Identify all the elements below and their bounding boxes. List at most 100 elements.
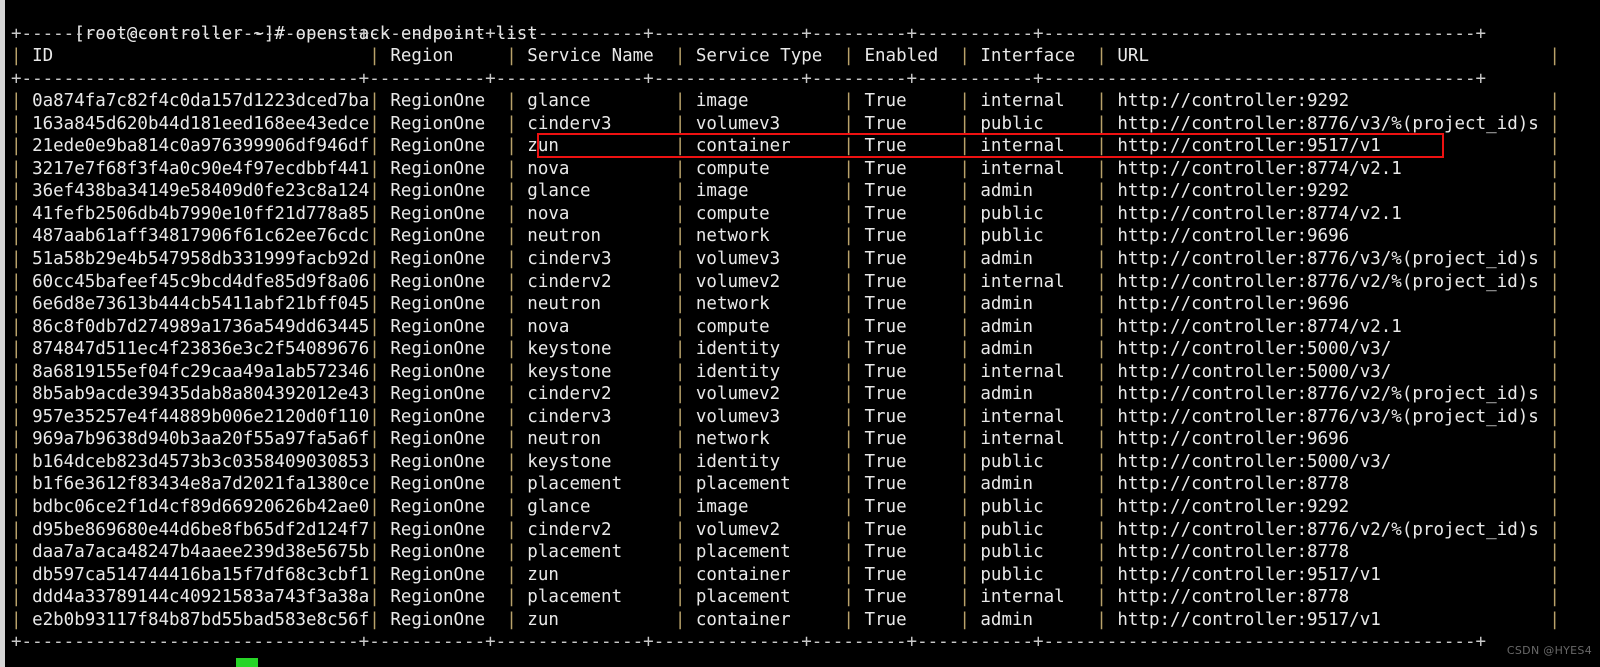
- table-column-separator: |: [1096, 181, 1118, 202]
- table-column-separator: |: [674, 271, 696, 292]
- table-column-separator: |: [674, 384, 696, 405]
- table-column-separator: |: [1096, 294, 1118, 315]
- table-cell: image: [695, 91, 844, 112]
- table-column-separator: |: [959, 587, 981, 608]
- table-column-separator: |: [1096, 519, 1118, 540]
- table-cell: http://controller:8776/v3/%(project_id)s: [1117, 249, 1550, 270]
- table-row: | 874847d511ec4f23836e3c2f54089676| Regi…: [5, 338, 1600, 361]
- table-row: | b1f6e3612f83434e8a7d2021fa1380ce| Regi…: [5, 473, 1600, 496]
- table-cell: public: [980, 519, 1097, 540]
- table-column-separator: |: [11, 181, 33, 202]
- table-cell: network: [695, 294, 844, 315]
- table-column-separator: |: [369, 497, 391, 518]
- table-cell: zun: [527, 609, 675, 630]
- table-column-separator: |: [843, 91, 865, 112]
- table-column-separator: |: [506, 564, 528, 585]
- table-header-row: | ID | Region | Service Name | Service T…: [5, 45, 1600, 68]
- table-cell: True: [864, 519, 960, 540]
- table-column-separator: |: [369, 91, 391, 112]
- table-cell: daa7a7aca48247b4aaee239d38e5675b: [32, 542, 370, 563]
- table-cell: placement: [695, 587, 844, 608]
- table-cell: public: [980, 113, 1097, 134]
- table-column-separator: |: [1549, 181, 1560, 202]
- table-column-separator: |: [1096, 451, 1118, 472]
- table-column-separator: |: [959, 519, 981, 540]
- table-cell: keystone: [527, 339, 675, 360]
- table-cell: RegionOne: [390, 339, 507, 360]
- table-cell: compute: [695, 158, 844, 179]
- table-column-separator: |: [506, 203, 528, 224]
- table-column-separator: |: [843, 497, 865, 518]
- table-column-separator: |: [1096, 542, 1118, 563]
- terminal-window[interactable]: [root@controller ~]# openstack endpoint …: [0, 0, 1600, 667]
- table-column-separator: |: [369, 339, 391, 360]
- table-column-separator: |: [11, 226, 33, 247]
- table-cell: True: [864, 339, 960, 360]
- table-column-separator: |: [11, 91, 33, 112]
- table-cell: container: [695, 564, 844, 585]
- table-column-separator: |: [369, 158, 391, 179]
- table-column-separator: |: [959, 271, 981, 292]
- table-column-separator: |: [1096, 429, 1118, 450]
- table-cell: compute: [695, 316, 844, 337]
- table-cell: public: [980, 497, 1097, 518]
- table-cell: RegionOne: [390, 519, 507, 540]
- terminal-left-gutter: [0, 0, 5, 667]
- table-cell: True: [864, 249, 960, 270]
- table-cell: admin: [980, 249, 1097, 270]
- table-column-separator: |: [1096, 46, 1118, 67]
- table-column-separator: |: [1549, 587, 1560, 608]
- table-cell: ID: [32, 46, 370, 67]
- table-cell: True: [864, 587, 960, 608]
- table-cell: zun: [527, 564, 675, 585]
- table-cell: 0a874fa7c82f4c0da157d1223dced7ba: [32, 91, 370, 112]
- table-column-separator: |: [1096, 271, 1118, 292]
- table-column-separator: |: [506, 361, 528, 382]
- table-column-separator: |: [11, 339, 33, 360]
- table-column-separator: |: [674, 158, 696, 179]
- table-column-separator: |: [369, 271, 391, 292]
- table-row: | 487aab61aff34817906f61c62ee76cdc| Regi…: [5, 225, 1600, 248]
- table-cell: Service Name: [527, 46, 675, 67]
- table-column-separator: |: [959, 542, 981, 563]
- table-column-separator: |: [843, 46, 865, 67]
- table-cell: RegionOne: [390, 497, 507, 518]
- table-row: | e2b0b93117f84b87bd55bad583e8c56f| Regi…: [5, 609, 1600, 632]
- table-column-separator: |: [506, 339, 528, 360]
- table-column-separator: |: [959, 406, 981, 427]
- table-column-separator: |: [11, 294, 33, 315]
- table-column-separator: |: [369, 316, 391, 337]
- table-cell: 957e35257e4f44889b006e2120d0f110: [32, 406, 370, 427]
- table-cell: http://controller:8776/v2/%(project_id)s: [1117, 384, 1550, 405]
- table-column-separator: |: [959, 91, 981, 112]
- table-column-separator: |: [674, 203, 696, 224]
- table-column-separator: |: [674, 542, 696, 563]
- table-column-separator: |: [1096, 158, 1118, 179]
- table-column-separator: |: [1096, 361, 1118, 382]
- table-column-separator: |: [369, 46, 391, 67]
- table-cell: True: [864, 203, 960, 224]
- table-column-separator: |: [674, 497, 696, 518]
- table-column-separator: |: [506, 587, 528, 608]
- table-cell: cinderv2: [527, 519, 675, 540]
- table-column-separator: |: [843, 384, 865, 405]
- table-column-separator: |: [959, 46, 981, 67]
- terminal-screen[interactable]: [root@controller ~]# openstack endpoint …: [5, 0, 1600, 667]
- table-column-separator: |: [843, 339, 865, 360]
- table-column-separator: |: [1549, 91, 1560, 112]
- table-column-separator: |: [11, 136, 33, 157]
- table-column-separator: |: [674, 361, 696, 382]
- table-column-separator: |: [843, 361, 865, 382]
- table-column-separator: |: [674, 316, 696, 337]
- table-column-separator: |: [959, 316, 981, 337]
- table-column-separator: |: [11, 474, 33, 495]
- table-column-separator: |: [1096, 474, 1118, 495]
- table-cell: http://controller:8774/v2.1: [1117, 203, 1550, 224]
- table-column-separator: |: [1549, 474, 1560, 495]
- table-cell: http://controller:9517/v1: [1117, 564, 1550, 585]
- table-cell: neutron: [527, 226, 675, 247]
- csdn-watermark: CSDN @HYES4: [1506, 644, 1592, 658]
- table-cell: public: [980, 451, 1097, 472]
- table-column-separator: |: [369, 542, 391, 563]
- table-cell: RegionOne: [390, 609, 507, 630]
